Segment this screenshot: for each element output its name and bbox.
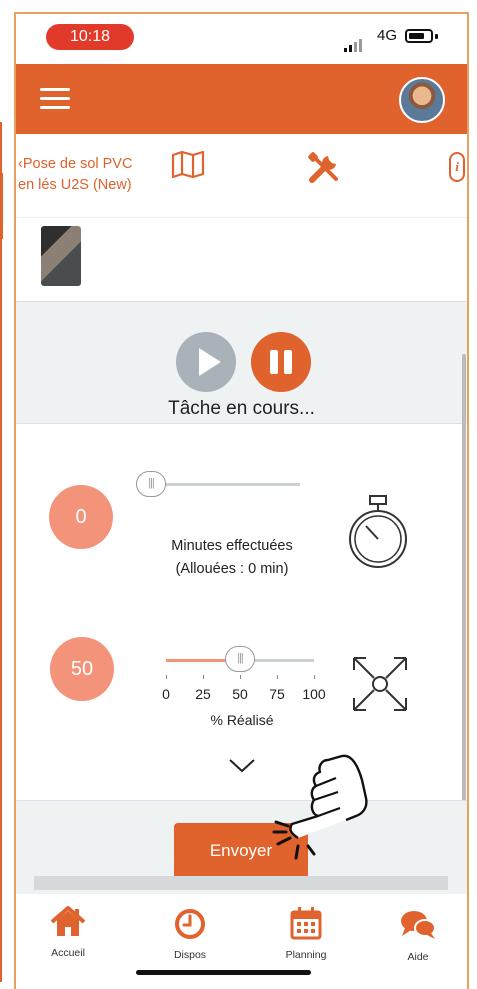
app-header <box>16 64 467 134</box>
back-link-line2: en lés U2S (New) <box>18 177 132 193</box>
tab-label: Planning <box>285 949 327 961</box>
tab-label: Dispos <box>173 949 207 961</box>
slider-tick-label: 100 <box>302 686 326 702</box>
stopwatch-icon <box>349 495 407 568</box>
background-edge <box>0 122 2 982</box>
task-status-text: Tâche en cours... <box>168 398 315 419</box>
minutes-label-line1: Minutes effectuées <box>171 538 293 554</box>
network-type: 4G <box>377 27 398 44</box>
expand-arrows-icon <box>353 657 407 711</box>
tools-icon[interactable] <box>306 150 342 186</box>
status-bar: 10:18 4G <box>16 14 467 62</box>
home-indicator <box>136 970 311 975</box>
back-link-line1: ‹Pose de sol PVC <box>18 156 133 172</box>
signal-icon <box>344 34 364 52</box>
tab-dispos[interactable]: Dispos <box>150 908 230 961</box>
tap-hand-icon <box>272 754 368 860</box>
tab-aide[interactable]: Aide <box>378 908 458 963</box>
map-icon[interactable] <box>171 150 205 178</box>
clock-icon <box>175 909 205 939</box>
avatar[interactable] <box>399 77 445 123</box>
minutes-label-line2: (Allouées : 0 min) <box>175 561 289 577</box>
task-media-row <box>16 218 467 302</box>
play-button[interactable] <box>176 332 236 392</box>
minutes-value-badge: 0 <box>49 485 113 549</box>
hamburger-icon[interactable] <box>40 88 70 110</box>
pause-button[interactable] <box>251 332 311 392</box>
slider-tick <box>277 675 278 679</box>
phone-screen: 10:18 4G ‹Pose de sol PVC en lés U2S (Ne… <box>14 12 469 989</box>
screen: 10:18 4G ‹Pose de sol PVC en lés U2S (Ne… <box>0 0 477 989</box>
slider-tick <box>166 675 167 679</box>
battery-icon <box>405 29 433 43</box>
slider-tick <box>240 675 241 679</box>
task-toolbar: ‹Pose de sol PVC en lés U2S (New) i <box>16 134 467 218</box>
minutes-label: Minutes effectuées (Allouées : 0 min) <box>132 535 332 581</box>
slider-tick <box>314 675 315 679</box>
battery-tip <box>435 34 438 39</box>
tab-planning[interactable]: Planning <box>266 906 346 961</box>
minutes-slider-track[interactable] <box>152 483 300 486</box>
task-player: Tâche en cours... <box>16 302 467 424</box>
percent-slider-thumb[interactable]: ||| <box>225 646 255 672</box>
slider-tick-label: 25 <box>195 686 211 702</box>
slider-tick-label: 75 <box>269 686 285 702</box>
tab-accueil[interactable]: Accueil <box>28 906 108 959</box>
background-edge-marker <box>0 173 3 239</box>
slider-tick <box>203 675 204 679</box>
task-photo-thumbnail[interactable] <box>41 226 81 286</box>
slider-tick-label: 0 <box>162 686 170 702</box>
minutes-slider-thumb[interactable]: ||| <box>136 471 166 497</box>
status-time: 10:18 <box>46 24 134 50</box>
chat-bubbles-icon <box>401 911 436 939</box>
percent-label: % Réalisé <box>210 712 274 728</box>
calendar-icon <box>290 907 322 940</box>
percent-value-badge: 50 <box>50 637 114 701</box>
back-link[interactable]: ‹Pose de sol PVC en lés U2S (New) <box>18 154 178 196</box>
slider-tick-label: 50 <box>232 686 248 702</box>
tab-label: Accueil <box>51 947 85 959</box>
footer-shadow <box>34 876 448 890</box>
tab-label: Aide <box>407 951 429 963</box>
home-icon <box>50 906 86 936</box>
info-icon[interactable]: i <box>449 152 465 182</box>
